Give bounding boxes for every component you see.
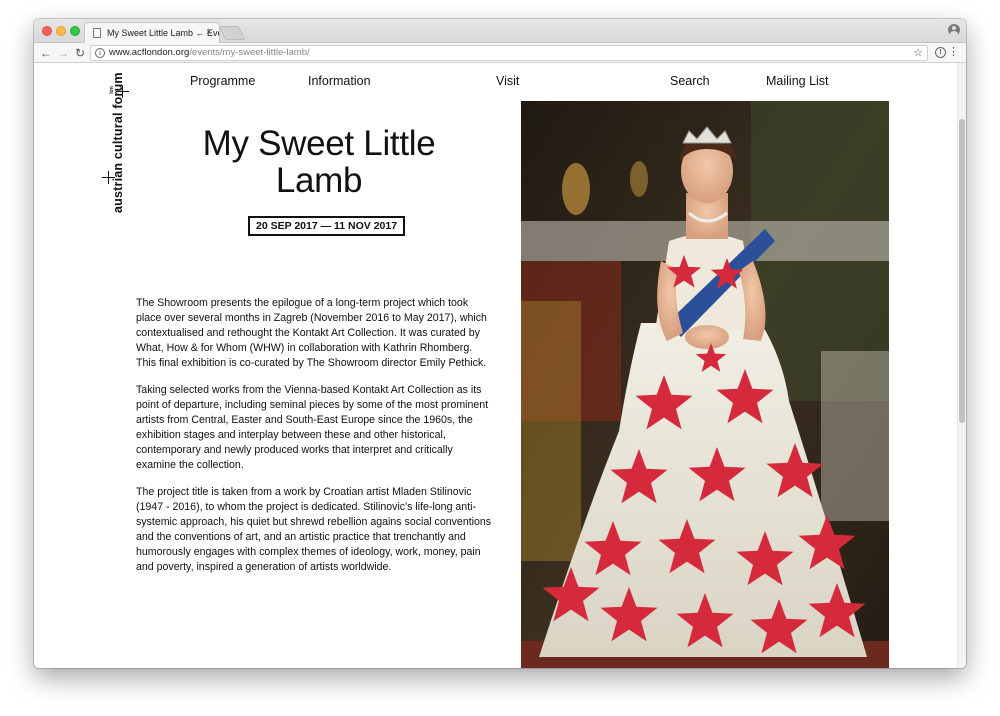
- star-icon[interactable]: ☆: [913, 46, 923, 60]
- browser-toolbar: ← → ↻ i www.acflondon.org/events/my-swee…: [34, 43, 966, 63]
- event-description: The Showroom presents the epilogue of a …: [136, 296, 494, 587]
- description-paragraph: The project title is taken from a work b…: [136, 486, 492, 573]
- description-paragraph: The Showroom presents the epilogue of a …: [136, 297, 487, 369]
- nav-visit[interactable]: Visit: [496, 74, 519, 88]
- site-logo[interactable]: lon austrian cultural forum: [98, 72, 129, 229]
- description-paragraph: Taking selected works from the Vienna-ba…: [136, 384, 489, 471]
- info-icon[interactable]: i: [95, 48, 105, 58]
- zoom-window-button[interactable]: [70, 26, 80, 36]
- nav-programme[interactable]: Programme: [190, 74, 255, 88]
- nav-information[interactable]: Information: [308, 74, 371, 88]
- browser-window: My Sweet Little Lamb ← Events × ← → ↻ i …: [34, 19, 966, 668]
- back-arrow-icon[interactable]: ←: [38, 44, 54, 62]
- url-domain: www.acflondon.org: [109, 47, 190, 58]
- browser-tab[interactable]: My Sweet Little Lamb ← Events ×: [84, 22, 220, 43]
- new-tab-button[interactable]: [218, 26, 246, 40]
- address-bar[interactable]: i www.acflondon.org/events/my-sweet-litt…: [90, 45, 928, 61]
- event-dates: 20 SEP 2017 — 11 NOV 2017: [248, 216, 406, 236]
- menu-icon[interactable]: ⋮: [948, 45, 959, 59]
- artwork-portrait-with-stars: [521, 101, 889, 668]
- tab-close-icon[interactable]: ×: [203, 26, 215, 40]
- scrollbar-track[interactable]: [957, 63, 966, 668]
- scrollbar-thumb[interactable]: [959, 119, 965, 423]
- minimize-window-button[interactable]: [56, 26, 66, 36]
- forward-arrow-icon[interactable]: →: [55, 44, 71, 62]
- logo-text: austrian cultural forum: [111, 72, 125, 213]
- close-window-button[interactable]: [42, 26, 52, 36]
- page-viewport: lon austrian cultural forum Programme In…: [34, 63, 966, 668]
- page-icon: [93, 28, 101, 38]
- event-hero-image: [521, 101, 889, 668]
- reload-icon[interactable]: ↻: [72, 44, 88, 62]
- nav-mailing-list[interactable]: Mailing List: [766, 74, 829, 88]
- extension-icon[interactable]: !: [935, 47, 946, 58]
- url-path: /events/my-sweet-little-lamb/: [189, 47, 310, 58]
- profile-icon[interactable]: [948, 24, 960, 36]
- page-title: My Sweet Little Lamb: [202, 124, 436, 200]
- tab-bar: My Sweet Little Lamb ← Events ×: [34, 19, 966, 43]
- nav-search[interactable]: Search: [670, 74, 710, 88]
